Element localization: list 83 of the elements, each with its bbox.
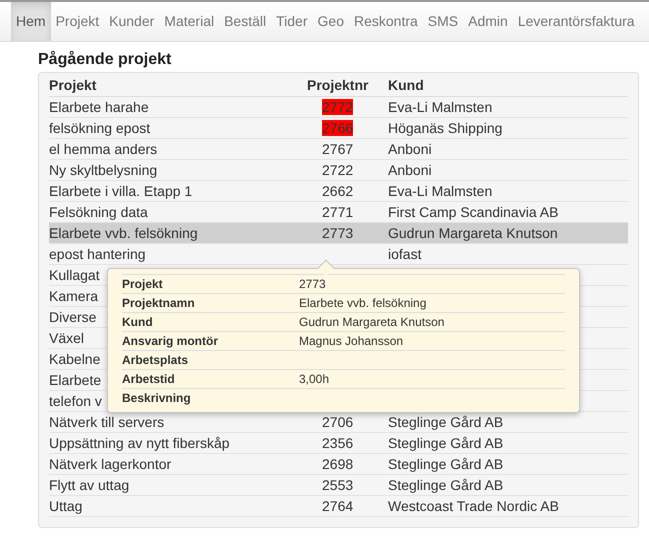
table-cell-text: Eva-Li Malmsten [388, 182, 492, 200]
field-value: Magnus Johansson [299, 333, 404, 350]
table-row[interactable]: felsökning epost 2766 Höganäs Shipping [49, 118, 628, 139]
table-cell: Uppsättning av nytt fiberskåp [49, 434, 230, 450]
table-cell-text: Westcoast Trade Nordic AB [388, 496, 559, 516]
nav-link[interactable]: Geo [312, 2, 349, 41]
table-row[interactable]: Elarbete vvb. felsökning 2773 Gudrun Margareta Knutson [49, 223, 628, 244]
table-cell: Kamera [49, 288, 98, 304]
nav-link[interactable]: Admin [463, 2, 513, 41]
table-cell-text: Steglinge Gård AB [388, 454, 504, 474]
table-row[interactable]: Uppsättning av nytt fiberskåp 2356 Steglinge Gård AB [49, 433, 628, 454]
table-cell: epost hantering [49, 246, 146, 262]
table-cell-text: Steglinge Gård AB [388, 476, 504, 495]
table-cell-text: First Camp Scandinavia AB [388, 202, 558, 222]
table-cell: 2553 [322, 476, 354, 492]
table-cell: Kullagat [49, 266, 100, 282]
table-cell: 2356 [322, 434, 354, 450]
table-cell: Elarbete harahe [49, 98, 149, 114]
table-cell: 2764 [322, 498, 354, 514]
table-row[interactable]: Nätverk lagerkontor 2698 Steglinge Gård AB [49, 454, 628, 475]
nav-link[interactable]: Hem [11, 2, 51, 41]
nav-link[interactable]: Kunder [104, 2, 160, 41]
table-row[interactable]: epost hantering iofast [49, 244, 628, 265]
table-cell: 2706 [322, 414, 354, 430]
table-cell-text: Eva-Li Malmsten [388, 98, 492, 116]
field-value: Elarbete vvb. felsökning [299, 295, 426, 312]
field-label: Ansvarig montör [122, 334, 218, 348]
table-cell: Elarbete [49, 372, 102, 388]
nav-link[interactable]: Beställ [219, 2, 272, 41]
table-cell-text: Steglinge Gård AB [388, 412, 504, 432]
field-label: Kund [122, 315, 153, 329]
table-cell: Nätverk lagerkontor [49, 456, 172, 472]
table-cell-text: Gudrun Margareta Knutson [388, 224, 558, 243]
field-value: 3,00h [299, 371, 330, 388]
table-cell: 2772 [322, 98, 354, 114]
nav-link[interactable]: Leverantörsfaktura [512, 2, 640, 41]
table-cell: 2662 [322, 182, 354, 198]
field-value: Gudrun Margareta Knutson [299, 314, 444, 331]
table-cell: felsökning epost [49, 120, 150, 136]
table-cell: Nätverk till servers [49, 414, 164, 430]
table-cell: Kabelne [49, 350, 100, 366]
page-title: Pågående projekt [38, 50, 172, 70]
table-row[interactable]: Elarbete i villa. Etapp 1 2662 Eva-Li Malmsten [49, 181, 628, 202]
table-row[interactable]: Elarbete harahe 2772 Eva-Li Malmsten [49, 97, 628, 118]
table-cell: 2771 [322, 204, 354, 220]
table-cell-text: iofast [388, 244, 422, 264]
nav-link[interactable]: Material [159, 2, 220, 41]
table-cell: 2698 [322, 456, 354, 472]
table-cell: telefon v [49, 392, 102, 408]
table-row[interactable]: Ny skyltbelysning 2722 Anboni [49, 160, 628, 181]
table-cell-text: Steglinge Gård AB [388, 434, 504, 453]
field-value: 2773 [299, 276, 326, 293]
column-header: Projekt [49, 76, 98, 95]
table-cell: 2722 [322, 162, 354, 178]
table-cell-text: Höganäs Shipping [388, 118, 502, 138]
table-cell: 2766 [322, 120, 354, 136]
table-row[interactable]: el hemma anders 2767 Anboni [49, 139, 628, 160]
table-cell: el hemma anders [49, 140, 158, 156]
field-label: Arbetstid [122, 372, 175, 386]
table-cell: 2767 [322, 140, 354, 156]
nav-link[interactable]: Projekt [50, 2, 104, 41]
table-cell: Flytt av uttag [49, 476, 130, 492]
column-header: Projektnr [307, 76, 370, 95]
table-cell: Uttag [49, 498, 82, 514]
table-cell: Diverse [49, 308, 96, 324]
nav-link[interactable]: Reskontra [348, 2, 423, 41]
nav-link[interactable]: Tider [271, 2, 313, 41]
field-label: Projekt [122, 277, 163, 291]
column-header: Kund [388, 76, 424, 95]
field-label: Beskrivning [122, 391, 191, 405]
table-cell: 2773 [322, 224, 354, 240]
table-cell-text: Anboni [388, 160, 432, 180]
field-label: Arbetsplats [122, 353, 188, 367]
nav-link[interactable]: SMS [422, 2, 464, 41]
table-cell: Elarbete vvb. felsökning [49, 224, 198, 240]
table-cell: Växel [49, 330, 84, 346]
table-cell: Ny skyltbelysning [49, 162, 158, 178]
table-row[interactable]: Flytt av uttag 2553 Steglinge Gård AB [49, 475, 628, 496]
table-cell-text: Anboni [388, 140, 432, 158]
field-label: Projektnamn [122, 296, 195, 310]
table-cell: Elarbete i villa. Etapp 1 [49, 182, 192, 198]
table-row[interactable]: Uttag 2764 Westcoast Trade Nordic AB [49, 496, 628, 517]
table-cell: Felsökning data [49, 204, 148, 220]
